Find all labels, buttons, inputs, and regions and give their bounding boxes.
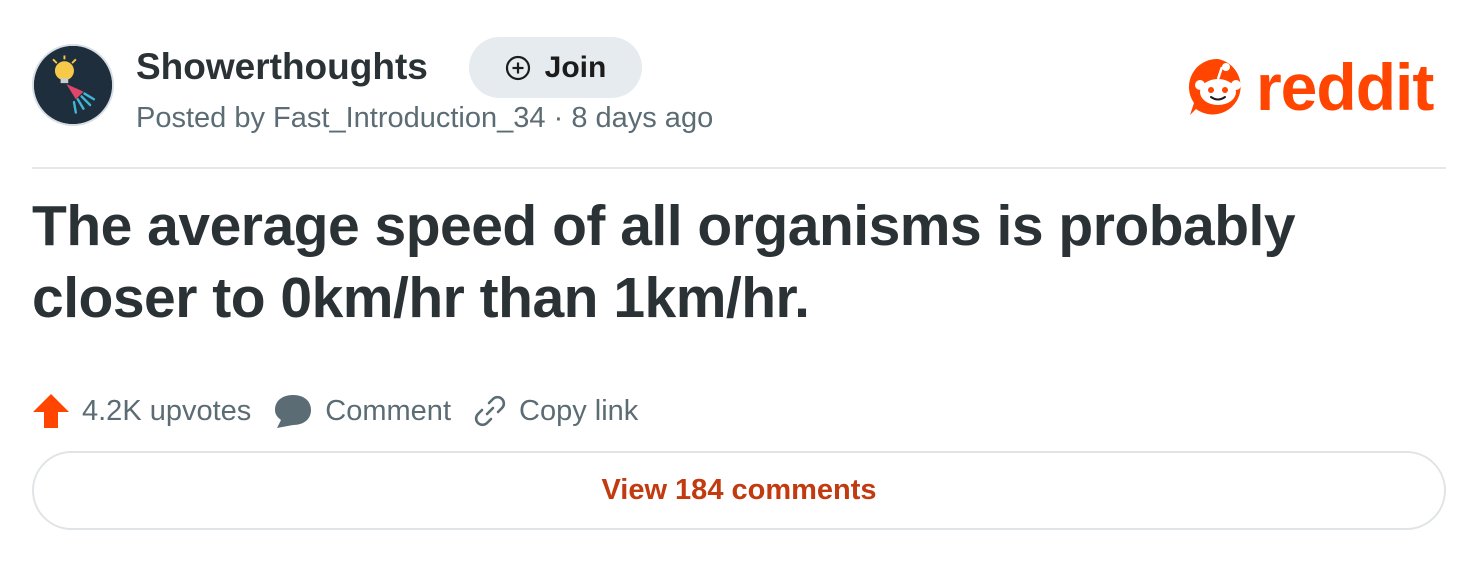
upvote-count: 4.2K upvotes (82, 394, 252, 427)
copy-link-button[interactable]: Copy link (473, 394, 638, 428)
comment-button[interactable]: Comment (273, 392, 451, 430)
comment-bubble-icon (275, 395, 312, 428)
upvote-button[interactable]: 4.2K upvotes (32, 393, 251, 429)
post-title[interactable]: The average speed of all organisms is pr… (32, 190, 1432, 334)
lightbulb-shower-icon (34, 46, 112, 124)
subreddit-avatar[interactable] (32, 44, 114, 126)
post-actions: 4.2K upvotes Comment Copy link (32, 389, 660, 433)
post-meta: Posted by Fast_Introduction_34 · 8 days … (136, 100, 713, 136)
header-divider (32, 167, 1446, 169)
meta-separator: · (553, 102, 564, 134)
reddit-wordmark: reddit (1256, 50, 1434, 124)
reddit-logo[interactable]: reddit (1186, 50, 1434, 124)
plus-circle-icon (505, 55, 530, 80)
author-link[interactable]: Fast_Introduction_34 (273, 102, 545, 134)
posted-by-prefix: Posted by (136, 102, 265, 134)
view-comments-button[interactable]: View 184 comments (32, 451, 1446, 530)
copy-link-label: Copy link (519, 394, 639, 427)
reddit-snoo-icon (1188, 58, 1241, 115)
post-time: 8 days ago (571, 102, 714, 134)
view-comments-label: View 184 comments (601, 474, 877, 506)
subreddit-name[interactable]: Showerthoughts (136, 44, 428, 90)
link-icon (474, 395, 506, 427)
join-label: Join (544, 50, 607, 84)
comment-label: Comment (325, 394, 451, 427)
post-card: Showerthoughts Join Posted by Fast_Intro… (0, 0, 1478, 584)
upvote-arrow-icon (33, 394, 69, 428)
join-button[interactable]: Join (469, 37, 642, 98)
